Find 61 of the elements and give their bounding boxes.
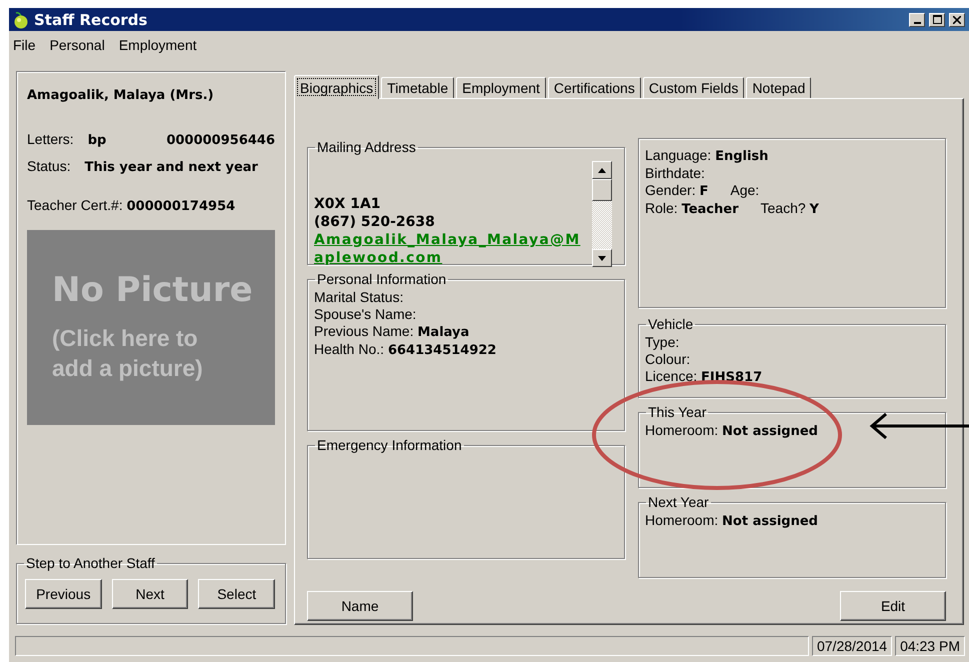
group-title: Next Year — [647, 494, 710, 510]
field-text: Gender: F — [645, 182, 708, 200]
up-arrow-icon[interactable] — [598, 168, 606, 172]
staff-name: Amagoalik, Malaya (Mrs.) — [27, 88, 215, 103]
group-title: Personal Information — [316, 271, 448, 287]
apple-icon — [12, 10, 30, 28]
placeholder-title: No Picture — [52, 270, 253, 310]
group-title: Emergency Information — [316, 437, 463, 453]
status-date: 07/28/2014 — [812, 636, 892, 656]
field-text: Previous Name: Malaya — [314, 323, 470, 341]
down-arrow-icon[interactable] — [598, 256, 606, 260]
field-text: Type: — [645, 334, 680, 351]
group-title: Vehicle — [647, 316, 694, 332]
close-button[interactable] — [949, 12, 965, 26]
field-text: Age: — [730, 182, 760, 200]
minimize-button[interactable] — [909, 12, 925, 26]
close-icon — [953, 16, 961, 24]
field-label: Letters: — [27, 131, 74, 147]
field-text: Spouse's Name: — [314, 306, 418, 323]
tab[interactable]: Custom Fields — [642, 77, 744, 98]
field-text: Homeroom: Not assigned — [645, 422, 819, 440]
field-text: Colour: — [645, 351, 692, 368]
staff-number: 000000956446 — [166, 133, 275, 148]
menu-item[interactable]: Personal — [50, 37, 105, 55]
field-text: Role: Teacher — [645, 200, 738, 218]
field-text: Licence: FIHS817 — [645, 368, 764, 386]
menu-item[interactable]: Employment — [118, 37, 197, 55]
maximize-button[interactable] — [929, 12, 945, 26]
maximize-icon — [932, 15, 942, 24]
tab[interactable]: Certifications — [548, 77, 641, 98]
field-text: Language: English — [645, 147, 768, 165]
scrollbar[interactable] — [592, 161, 612, 267]
tab[interactable]: Employment — [456, 77, 546, 98]
field-text: Marital Status: — [314, 289, 404, 306]
placeholder-hint: (Click here to add a picture) — [52, 324, 204, 383]
group-title: This Year — [647, 404, 708, 420]
tab[interactable]: Biographics — [294, 75, 380, 99]
name-button[interactable]: Name — [307, 591, 413, 621]
nav-button[interactable]: Previous — [25, 579, 102, 609]
tab[interactable]: Timetable — [381, 77, 454, 98]
group-title: Mailing Address — [316, 139, 417, 155]
field-text: Teach? Y — [760, 200, 819, 218]
scroll-thumb[interactable] — [592, 179, 612, 201]
field-value: bp — [88, 133, 106, 148]
address-line: (867) 520-2638 — [314, 213, 436, 231]
nav-button[interactable]: Next — [112, 579, 188, 609]
minimize-icon — [914, 22, 920, 24]
tab[interactable]: Notepad — [746, 77, 812, 98]
window-title: Staff Records — [34, 10, 148, 28]
address-line: X0X 1A1 — [314, 195, 382, 213]
field-text: Teacher Cert.#: 000000174954 — [27, 197, 236, 214]
field-label: Status: — [27, 158, 71, 174]
nav-button[interactable]: Select — [198, 579, 276, 609]
field-value: This year and next year — [84, 160, 258, 175]
field-text: Health No.: 664134514922 — [314, 341, 498, 359]
field-text: Homeroom: Not assigned — [645, 512, 819, 530]
field-text: Birthdate: — [645, 165, 705, 182]
status-time: 04:23 PM — [895, 636, 965, 656]
edit-button[interactable]: Edit — [840, 591, 946, 621]
menu-item[interactable]: File — [13, 37, 36, 55]
group-title: Step to Another Staff — [25, 555, 156, 571]
